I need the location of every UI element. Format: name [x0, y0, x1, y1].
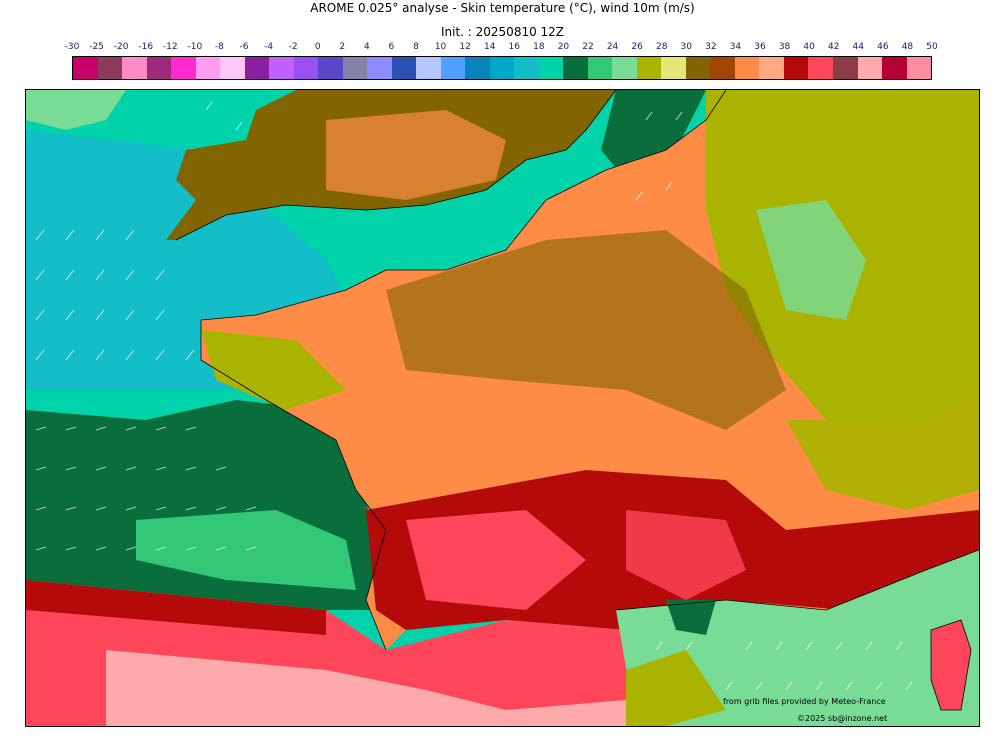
scale-label: 2	[339, 42, 346, 52]
scale-swatch	[906, 57, 932, 79]
color-scale-labels: -30 -25 -20 -16 -12 -10 -8 -6 -4 -2 0 2 4 6 8 10 12 14 16 1…	[65, 42, 938, 54]
scale-swatch	[269, 57, 294, 79]
scale-swatch	[832, 57, 858, 79]
scale-swatch	[538, 57, 564, 79]
scale-swatch	[391, 57, 417, 79]
scale-label: 22	[582, 42, 594, 52]
scale-label: 12	[459, 42, 471, 52]
temperature-map	[25, 89, 980, 727]
scale-swatch	[122, 57, 147, 79]
scale-label: 4	[363, 42, 370, 52]
scale-swatch	[661, 57, 686, 79]
scale-swatch	[882, 57, 907, 79]
scale-swatch	[759, 57, 784, 79]
scale-swatch	[293, 57, 319, 79]
map-title: AROME 0.025° analyse - Skin temperature …	[310, 1, 695, 15]
scale-label: -16	[138, 42, 154, 52]
scale-label: 32	[705, 42, 717, 52]
scale-swatch	[416, 57, 441, 79]
scale-swatch	[587, 57, 613, 79]
scale-label: 0	[314, 42, 321, 52]
scale-swatch	[734, 57, 760, 79]
init-time: Init. : 20250810 12Z	[440, 25, 565, 39]
scale-label: 40	[803, 42, 815, 52]
scale-label: 50	[926, 42, 938, 52]
map-canvas	[26, 90, 979, 726]
scale-label: 20	[557, 42, 570, 52]
scale-swatch	[342, 57, 368, 79]
scale-swatch	[73, 57, 98, 79]
scale-swatch	[367, 57, 392, 79]
scale-swatch	[465, 57, 490, 79]
data-source-credit: from grib files provided by Meteo-France	[723, 697, 886, 706]
copyright-credit: ©2025 sb@inzone.net	[797, 714, 888, 723]
scale-label: 42	[827, 42, 840, 52]
scale-label: -25	[89, 42, 104, 52]
scale-label: 46	[877, 42, 889, 52]
scale-swatch	[808, 57, 833, 79]
scale-swatch	[489, 57, 515, 79]
scale-label: 14	[483, 42, 496, 52]
scale-label: 34	[729, 42, 742, 52]
scale-label: 26	[631, 42, 643, 52]
scale-label: 30	[680, 42, 693, 52]
scale-label: -20	[113, 42, 129, 52]
scale-label: 36	[754, 42, 766, 52]
scale-label: 28	[655, 42, 668, 52]
scale-swatch	[97, 57, 123, 79]
scale-swatch	[685, 57, 711, 79]
scale-swatch	[171, 57, 196, 79]
scale-label: -30	[64, 42, 80, 52]
scale-label: 48	[901, 42, 914, 52]
scale-swatch	[514, 57, 539, 79]
scale-label: 6	[388, 42, 395, 52]
scale-label: -8	[214, 42, 224, 52]
scale-swatch	[563, 57, 588, 79]
scale-swatch	[857, 57, 883, 79]
scale-swatch	[636, 57, 662, 79]
scale-label: -4	[264, 42, 274, 52]
scale-swatch	[318, 57, 343, 79]
scale-swatch	[710, 57, 735, 79]
color-scale-bar	[72, 56, 932, 80]
scale-label: 16	[508, 42, 521, 52]
scale-swatch	[612, 57, 637, 79]
scale-label: -12	[162, 42, 178, 52]
scale-label: 24	[606, 42, 619, 52]
scale-label: 18	[533, 42, 545, 52]
scale-swatch	[146, 57, 172, 79]
scale-label: 44	[852, 42, 865, 52]
scale-label: 10	[434, 42, 447, 52]
scale-swatch	[220, 57, 245, 79]
scale-swatch	[440, 57, 466, 79]
scale-swatch	[244, 57, 270, 79]
scale-swatch	[195, 57, 221, 79]
scale-label: -10	[187, 42, 203, 52]
scale-label: -6	[239, 42, 249, 52]
scale-label: 8	[413, 42, 419, 52]
scale-label: 38	[778, 42, 791, 52]
scale-label: -2	[288, 42, 298, 52]
scale-swatch	[783, 57, 809, 79]
